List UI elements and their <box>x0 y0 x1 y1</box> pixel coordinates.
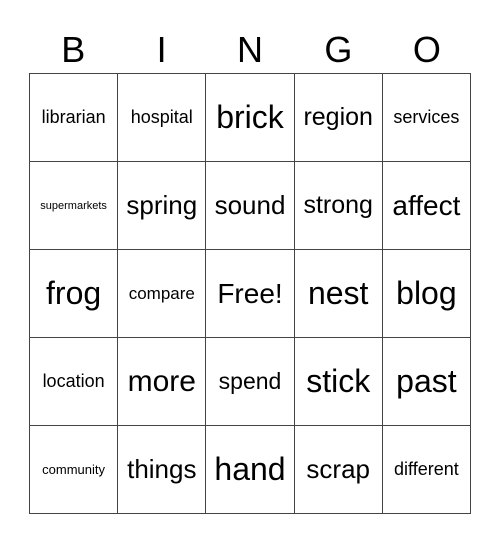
free-space-cell[interactable]: Free! <box>206 250 295 338</box>
header-letter-n: N <box>237 29 264 70</box>
bingo-cell[interactable]: hand <box>206 426 295 514</box>
bingo-cell[interactable]: spring <box>118 162 207 250</box>
bingo-grid: librarian hospital brick region services supe… <box>29 73 471 514</box>
cell-word: sound <box>214 190 286 220</box>
cell-word: strong <box>303 191 373 219</box>
cell-word: supermarkets <box>40 199 107 212</box>
cell-word: things <box>127 454 197 484</box>
bingo-cell[interactable]: past <box>382 338 471 426</box>
cell-word: blog <box>396 275 457 311</box>
cell-word: spring <box>126 190 198 220</box>
cell-word: spend <box>218 368 282 394</box>
bingo-cell[interactable]: sound <box>206 162 295 250</box>
cell-word: compare <box>128 283 195 303</box>
header-letter-g: G <box>324 29 353 70</box>
bingo-cell[interactable]: things <box>118 426 207 514</box>
cell-word: location <box>42 371 105 391</box>
bingo-header: B I N G O <box>29 28 471 72</box>
cell-word: hand <box>214 451 286 487</box>
bingo-cell[interactable]: spend <box>206 338 295 426</box>
bingo-cell[interactable]: region <box>294 74 383 162</box>
bingo-cell[interactable]: supermarkets <box>30 162 119 250</box>
bingo-cell[interactable]: librarian <box>30 74 119 162</box>
bingo-cell[interactable]: location <box>30 338 119 426</box>
bingo-cell[interactable]: compare <box>118 250 207 338</box>
cell-word: frog <box>46 275 102 311</box>
cell-word: different <box>394 459 459 479</box>
cell-word: community <box>42 462 106 477</box>
cell-word: librarian <box>41 107 106 127</box>
cell-word: region <box>303 103 373 131</box>
cell-word: brick <box>216 99 284 135</box>
bingo-cell[interactable]: affect <box>382 162 471 250</box>
bingo-cell[interactable]: services <box>382 74 471 162</box>
bingo-cell[interactable]: frog <box>30 250 119 338</box>
cell-word: scrap <box>306 454 370 484</box>
cell-word: past <box>396 363 457 399</box>
cell-word: services <box>393 107 460 127</box>
cell-word: affect <box>392 189 461 221</box>
cell-word: more <box>127 364 196 398</box>
bingo-cell[interactable]: stick <box>294 338 383 426</box>
bingo-cell[interactable]: hospital <box>118 74 207 162</box>
header-letter-i: I <box>156 29 167 70</box>
bingo-cell[interactable]: brick <box>206 74 295 162</box>
cell-word: Free! <box>217 277 283 309</box>
cell-word: nest <box>307 275 369 311</box>
bingo-cell[interactable]: nest <box>294 250 383 338</box>
bingo-cell[interactable]: more <box>118 338 207 426</box>
bingo-cell[interactable]: strong <box>294 162 383 250</box>
cell-word: hospital <box>130 107 193 127</box>
bingo-cell[interactable]: community <box>30 426 119 514</box>
header-letter-o: O <box>412 29 441 70</box>
bingo-cell[interactable]: different <box>382 426 471 514</box>
cell-word: stick <box>306 363 371 399</box>
header-letter-b: B <box>61 29 86 70</box>
bingo-cell[interactable]: blog <box>382 250 471 338</box>
bingo-cell[interactable]: scrap <box>294 426 383 514</box>
